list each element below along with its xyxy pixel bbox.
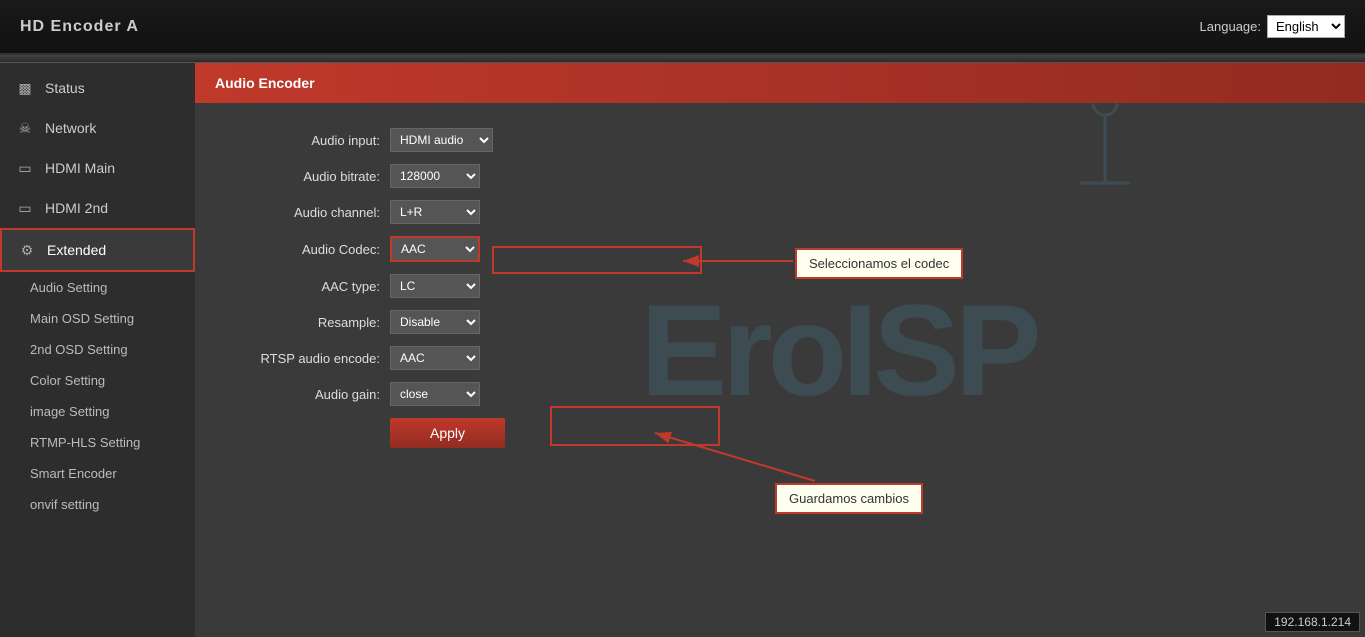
audio-bitrate-select[interactable]: 128000 64000 256000 [390,164,480,188]
sidebar-item-hdmi-main[interactable]: ▭ HDMI Main [0,148,195,188]
form-area: Audio input: HDMI audio Analog audio Aud… [195,103,1365,485]
sidebar-label-status: Status [45,80,85,96]
sidebar-sub-2nd-osd[interactable]: 2nd OSD Setting [0,334,195,365]
sidebar-sub-rtmp-hls[interactable]: RTMP-HLS Setting [0,427,195,458]
app-title: HD Encoder A [20,18,139,36]
audio-bitrate-label: Audio bitrate: [235,169,390,184]
sidebar-label-hdmi-main: HDMI Main [45,160,115,176]
audio-codec-label: Audio Codec: [235,242,390,257]
sidebar-sub-image-setting[interactable]: image Setting [0,396,195,427]
page-title: Audio Encoder [215,75,315,91]
apply-row: Apply [235,418,1325,448]
sidebar-label-extended: Extended [47,242,106,258]
codec-callout: Seleccionamos el codec [795,248,963,279]
aac-type-label: AAC type: [235,279,390,294]
monitor-icon: ▩ [15,78,35,98]
resample-label: Resample: [235,315,390,330]
sidebar-sub-smart-encoder[interactable]: Smart Encoder [0,458,195,489]
sidebar-label-hdmi-2nd: HDMI 2nd [45,200,108,216]
audio-gain-row: Audio gain: close low medium high [235,382,1325,406]
rtsp-audio-select[interactable]: AAC MP3 [390,346,480,370]
sidebar-sub-main-osd[interactable]: Main OSD Setting [0,303,195,334]
audio-gain-select[interactable]: close low medium high [390,382,480,406]
audio-bitrate-row: Audio bitrate: 128000 64000 256000 [235,164,1325,188]
resample-select[interactable]: Disable Enable [390,310,480,334]
audio-channel-row: Audio channel: L+R L R [235,200,1325,224]
language-label: Language: [1200,19,1261,34]
rtsp-audio-row: RTSP audio encode: AAC MP3 [235,346,1325,370]
language-selector-area: Language: English Chinese [1200,15,1345,38]
sidebar-item-hdmi-2nd[interactable]: ▭ HDMI 2nd [0,188,195,228]
audio-gain-label: Audio gain: [235,387,390,402]
audio-codec-row: Audio Codec: AAC MP3 G711 [235,236,1325,262]
sidebar-sub-audio-setting[interactable]: Audio Setting [0,272,195,303]
audio-channel-select[interactable]: L+R L R [390,200,480,224]
audio-input-select[interactable]: HDMI audio Analog audio [390,128,493,152]
sidebar-label-network: Network [45,120,96,136]
audio-channel-label: Audio channel: [235,205,390,220]
aac-type-row: AAC type: LC HE HEv2 [235,274,1325,298]
page-title-bar: Audio Encoder [195,63,1365,103]
header-divider [0,55,1365,63]
ip-address: 192.168.1.214 [1265,612,1360,632]
display2-icon: ▭ [15,198,35,218]
gear-icon: ⚙ [17,240,37,260]
sidebar-item-status[interactable]: ▩ Status [0,68,195,108]
main-layout: ▩ Status ☠ Network ▭ HDMI Main ▭ HDMI 2n… [0,63,1365,637]
display-icon: ▭ [15,158,35,178]
sidebar-sub-onvif[interactable]: onvif setting [0,489,195,520]
sidebar: ▩ Status ☠ Network ▭ HDMI Main ▭ HDMI 2n… [0,63,195,637]
main-content: EroISP Audio Encoder Audio input: HDMI a… [195,63,1365,637]
sidebar-sub-color-setting[interactable]: Color Setting [0,365,195,396]
aac-type-select[interactable]: LC HE HEv2 [390,274,480,298]
language-select[interactable]: English Chinese [1267,15,1345,38]
resample-row: Resample: Disable Enable [235,310,1325,334]
audio-input-label: Audio input: [235,133,390,148]
audio-codec-select[interactable]: AAC MP3 G711 [390,236,480,262]
sidebar-item-network[interactable]: ☠ Network [0,108,195,148]
rtsp-audio-label: RTSP audio encode: [235,351,390,366]
apply-button[interactable]: Apply [390,418,505,448]
globe-icon: ☠ [15,118,35,138]
apply-callout: Guardamos cambios [775,483,923,514]
header: HD Encoder A Language: English Chinese [0,0,1365,55]
audio-input-row: Audio input: HDMI audio Analog audio [235,128,1325,152]
sidebar-item-extended[interactable]: ⚙ Extended [0,228,195,272]
